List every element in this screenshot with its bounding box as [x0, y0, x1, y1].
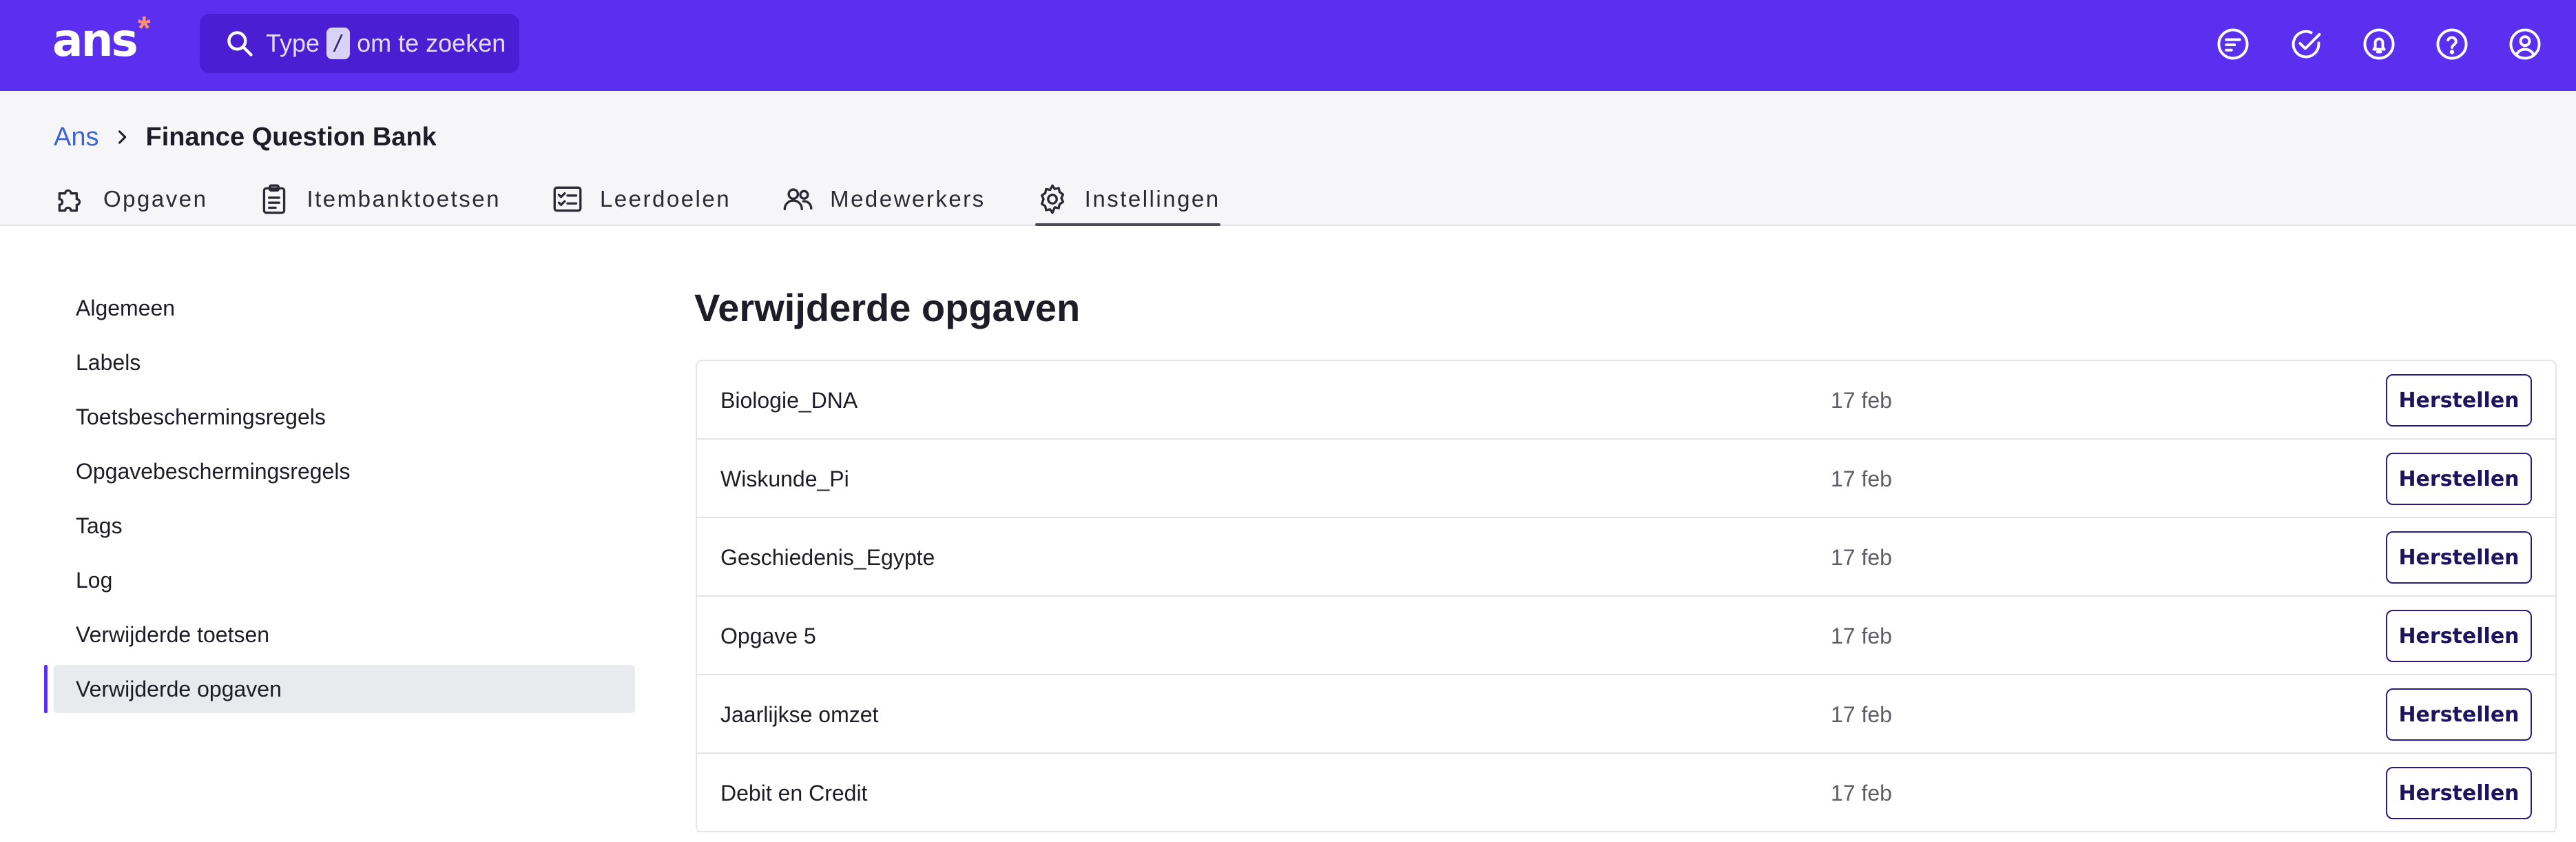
sub-header: Ans Finance Question Bank Opgaven Itemba…: [0, 91, 2576, 226]
tab-itembanktoetsen[interactable]: Itembanktoetsen: [257, 172, 501, 226]
settings-sidebar: Algemeen Labels Toetsbeschermingsregels …: [44, 284, 636, 719]
list-item: Debit en Credit 17 feb Herstellen: [697, 754, 2555, 832]
list-item: Wiskunde_Pi 17 feb Herstellen: [697, 440, 2555, 518]
clipboard-icon: [263, 184, 286, 214]
tasks-icon: [2217, 28, 2249, 60]
sidebar-item-verwijderde-toetsen[interactable]: Verwijderde toetsen: [54, 610, 635, 659]
chevron-right-icon: [118, 130, 127, 144]
restore-button[interactable]: Herstellen: [2386, 688, 2532, 741]
restore-button[interactable]: Herstellen: [2386, 453, 2532, 505]
tab-label: Itembanktoetsen: [307, 186, 501, 212]
tab-opgaven[interactable]: Opgaven: [54, 172, 207, 226]
review-button[interactable]: [2285, 23, 2327, 65]
tab-label: Leerdoelen: [599, 186, 731, 212]
logo-star: *: [137, 10, 151, 47]
breadcrumb: Ans Finance Question Bank: [54, 119, 437, 156]
item-name: Geschiedenis_Egypte: [720, 545, 935, 570]
item-date: 17 feb: [1831, 781, 1892, 805]
ans-logo[interactable]: ans *: [52, 10, 151, 72]
bell-icon: [2363, 28, 2395, 60]
item-date: 17 feb: [1831, 466, 1892, 491]
sidebar-item-opgavebeschermingsregels[interactable]: Opgavebeschermingsregels: [54, 447, 635, 495]
breadcrumb-current: Finance Question Bank: [145, 122, 437, 152]
item-name: Wiskunde_Pi: [720, 466, 849, 491]
checklist-icon: [553, 186, 582, 212]
tab-medewerkers[interactable]: Medewerkers: [780, 172, 986, 226]
restore-button[interactable]: Herstellen: [2386, 610, 2532, 662]
deleted-items-list: Biologie_DNA 17 feb Herstellen Wiskunde_…: [696, 360, 2557, 832]
search-icon: [227, 31, 253, 57]
list-item: Jaarlijkse omzet 17 feb Herstellen: [697, 675, 2555, 754]
page-title: Verwijderde opgaven: [694, 286, 1081, 329]
tab-bar: Opgaven Itembanktoetsen Leerdoelen Medew…: [54, 172, 1270, 226]
tab-leerdoelen[interactable]: Leerdoelen: [550, 172, 731, 226]
users-icon: [783, 188, 813, 211]
restore-button[interactable]: Herstellen: [2386, 531, 2532, 584]
restore-button[interactable]: Herstellen: [2386, 374, 2532, 427]
logo-text: ans: [52, 14, 138, 67]
list-item: Geschiedenis_Egypte 17 feb Herstellen: [697, 518, 2555, 597]
breadcrumb-root-link[interactable]: Ans: [54, 123, 98, 152]
tab-label: Opgaven: [103, 186, 208, 212]
sidebar-item-log[interactable]: Log: [54, 556, 635, 604]
tasks-button[interactable]: [2212, 23, 2254, 65]
item-name: Debit en Credit: [720, 781, 868, 805]
sidebar-item-algemeen[interactable]: Algemeen: [54, 284, 635, 332]
item-name: Biologie_DNA: [720, 388, 858, 413]
top-bar: ans * Type / om te zoeken: [0, 0, 2576, 91]
tab-instellingen[interactable]: Instellingen: [1035, 172, 1221, 226]
list-item: Biologie_DNA 17 feb Herstellen: [697, 361, 2555, 440]
item-date: 17 feb: [1831, 702, 1892, 727]
user-icon: [2509, 28, 2541, 60]
help-icon: [2436, 28, 2468, 60]
search-shortcut-key: /: [326, 28, 351, 59]
sidebar-item-verwijderde-opgaven[interactable]: Verwijderde opgaven: [44, 665, 635, 713]
restore-button[interactable]: Herstellen: [2386, 767, 2532, 819]
item-name: Jaarlijkse omzet: [720, 702, 879, 727]
gear-icon: [1040, 184, 1064, 214]
search-prefix: Type: [266, 29, 320, 57]
item-date: 17 feb: [1831, 545, 1892, 570]
search-suffix: om te zoeken: [357, 29, 506, 57]
list-item: Opgave 5 17 feb Herstellen: [697, 597, 2555, 675]
sidebar-item-toetsbeschermingsregels[interactable]: Toetsbeschermingsregels: [54, 393, 635, 441]
item-name: Opgave 5: [720, 624, 816, 648]
item-date: 17 feb: [1831, 624, 1892, 648]
search-box[interactable]: Type / om te zoeken: [200, 14, 519, 73]
header-actions: [2212, 23, 2546, 65]
sidebar-item-tags[interactable]: Tags: [54, 502, 635, 550]
puzzle-icon: [58, 189, 81, 212]
item-date: 17 feb: [1831, 388, 1892, 413]
tab-label: Medewerkers: [830, 186, 986, 212]
account-button[interactable]: [2504, 23, 2546, 65]
help-button[interactable]: [2431, 23, 2473, 65]
check-circle-icon: [2292, 30, 2321, 59]
tab-label: Instellingen: [1084, 186, 1221, 212]
notifications-button[interactable]: [2358, 23, 2400, 65]
sidebar-item-labels[interactable]: Labels: [54, 338, 635, 387]
